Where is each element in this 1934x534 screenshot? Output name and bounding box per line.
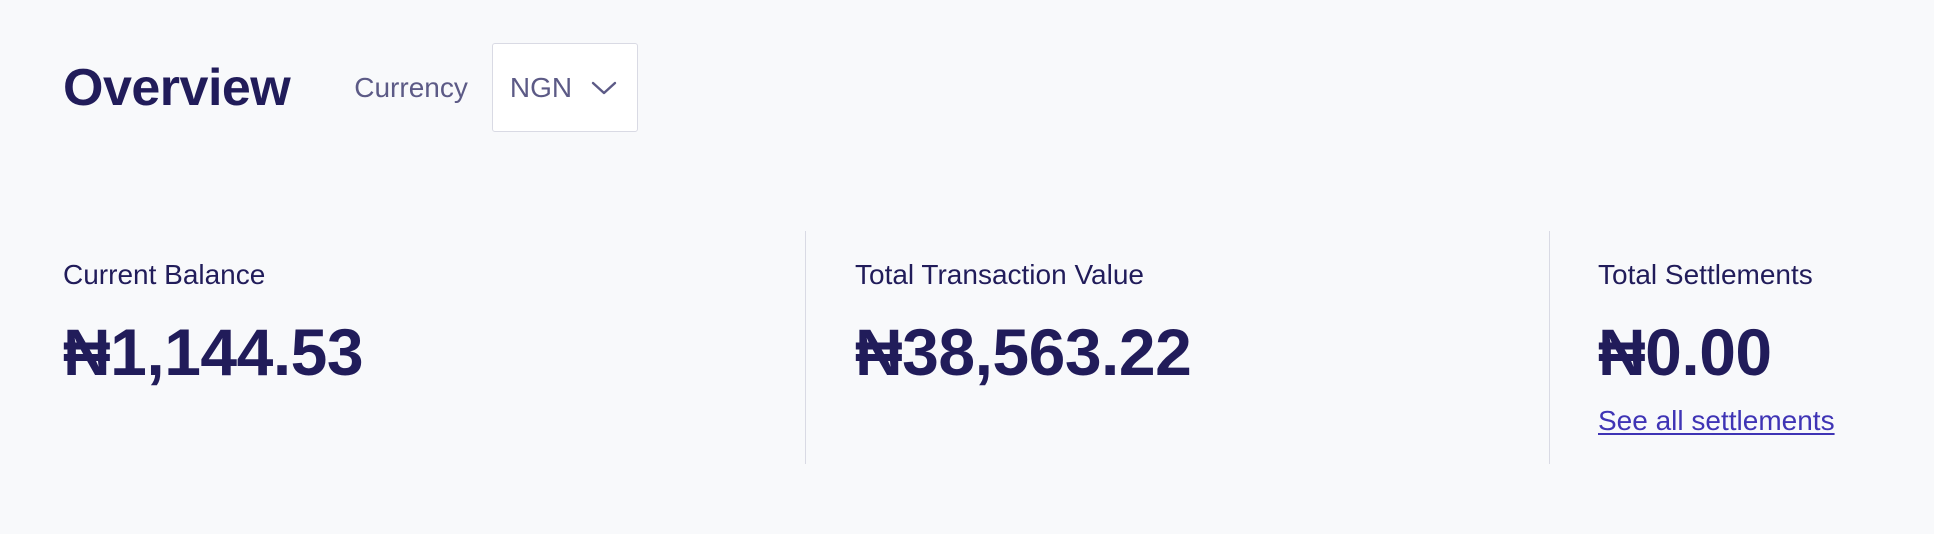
chevron-down-icon xyxy=(591,80,617,96)
overview-page: Overview Currency NGN Current Balance ₦1… xyxy=(0,0,1934,534)
currency-selected-value: NGN xyxy=(509,71,573,103)
currency-select[interactable]: NGN xyxy=(491,43,638,132)
currency-label: Currency xyxy=(354,71,468,103)
stat-value: ₦1,144.53 xyxy=(63,315,364,389)
stat-value: ₦0.00 xyxy=(1598,315,1772,389)
column-divider xyxy=(805,231,806,464)
stat-label: Current Balance xyxy=(63,259,266,290)
stat-label: Total Transaction Value xyxy=(855,259,1144,290)
stats-row: Current Balance ₦1,144.53 Total Transact… xyxy=(0,231,1934,464)
stat-value: ₦38,563.22 xyxy=(855,315,1192,389)
overview-header: Overview Currency NGN xyxy=(63,42,638,133)
stat-label: Total Settlements xyxy=(1598,259,1813,290)
column-divider xyxy=(1549,231,1550,464)
page-title: Overview xyxy=(63,58,291,117)
see-all-settlements-link[interactable]: See all settlements xyxy=(1598,407,1835,435)
